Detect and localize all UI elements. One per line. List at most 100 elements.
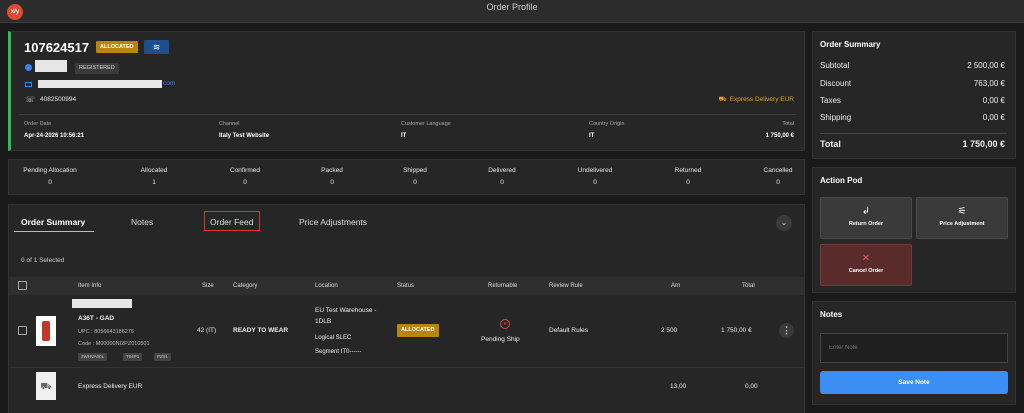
stat-value: 0	[500, 179, 504, 186]
header-amount: Am	[671, 283, 680, 289]
item-total: 1 750,00 €	[721, 327, 752, 334]
country-label: Country Origin	[589, 121, 625, 127]
stat-returned: Returned 0	[648, 167, 728, 186]
not-returnable-icon: ×	[500, 319, 510, 329]
subtotal-label: Subtotal	[820, 61, 850, 70]
shipping-label: Shipping	[820, 113, 852, 122]
stat-label: Packed	[321, 167, 343, 174]
selected-count: 0 of 1 Selected	[21, 257, 65, 264]
order-summary-panel: Order Summary Subtotal 2 500,00 € Discou…	[812, 31, 1016, 159]
cancel-order-button[interactable]: ✕ Cancel Order	[820, 244, 912, 286]
customer-email-link[interactable]: com	[163, 80, 175, 87]
shipping-total: 0,00	[745, 383, 758, 390]
phone-icon: ☏	[25, 95, 36, 104]
country-value: IT	[589, 133, 595, 139]
stat-undelivered: Undelivered 0	[555, 167, 635, 186]
stat-label: Returned	[674, 167, 702, 174]
notes-panel: Notes Save Note	[812, 301, 1016, 405]
stat-value: 0	[593, 179, 597, 186]
truck-icon: ⛟	[36, 372, 56, 400]
chevron-down-icon[interactable]: ⌄	[776, 215, 792, 231]
return-order-label: Return Order	[848, 221, 884, 227]
shipping-name: Express Delivery EUR	[78, 383, 143, 390]
header-location: Location	[315, 283, 338, 289]
stat-delivered: Delivered 0	[462, 167, 542, 186]
stat-label: Undelivered	[577, 167, 613, 174]
stat-value: 0	[330, 179, 334, 186]
shipping-amount: 13,00	[670, 383, 687, 390]
item-status-badge: ALLOCATED	[397, 324, 439, 337]
header-size: Size	[202, 283, 214, 289]
redacted-brand	[72, 299, 132, 308]
user-icon	[25, 64, 32, 71]
channel-label: Channel	[219, 121, 240, 127]
order-date-value: Apr-24-2026 10:56:21	[24, 133, 85, 139]
order-header-panel: 107624517 ALLOCATED ≋ REGISTERED com ☏ 4…	[8, 31, 805, 151]
item-segment: Segment IT0------	[315, 349, 362, 355]
order-status-badge: ALLOCATED	[96, 41, 138, 53]
item-upc: UPC : 8056643186276	[78, 329, 134, 335]
stat-value: 0	[413, 179, 417, 186]
stat-packed: Packed 0	[292, 167, 372, 186]
delivery-method: ⛟ Express Delivery EUR	[719, 95, 794, 104]
sliders-icon: ⚟	[957, 206, 967, 217]
item-location-line1: EU Test Warehouse -	[315, 307, 377, 314]
divider	[19, 114, 796, 115]
stat-allocated: Allocated 1	[114, 167, 194, 186]
stat-label: Delivered	[488, 167, 516, 174]
item-size: 42 (IT)	[197, 327, 217, 334]
order-details-panel: Order Summary Notes Order Feed Price Adj…	[8, 204, 805, 413]
stat-pending-allocation: Pending Allocation 0	[10, 167, 90, 186]
product-thumbnail[interactable]	[36, 316, 56, 346]
item-returnable-status: Pending Ship	[481, 336, 520, 343]
tab-notes[interactable]: Notes	[131, 217, 153, 227]
stat-shipped: Shipped 0	[375, 167, 455, 186]
row-actions-menu[interactable]: ⋮	[779, 323, 794, 338]
customer-phone: 4082500994	[40, 96, 77, 103]
order-id: 107624517	[24, 40, 90, 55]
tab-order-summary[interactable]: Order Summary	[21, 217, 85, 227]
tab-order-feed[interactable]: Order Feed	[210, 217, 253, 227]
note-input[interactable]	[820, 333, 1008, 363]
customer-status-badge: REGISTERED	[75, 63, 119, 74]
item-tag: PZ01	[154, 353, 171, 361]
summary-divider	[820, 133, 1007, 134]
taxes-value: 0,00 €	[982, 96, 1005, 105]
page-title: Order Profile	[486, 2, 538, 12]
stat-label: Confirmed	[230, 167, 260, 174]
top-bar: x/y Order Profile	[0, 0, 1024, 23]
shipping-value: 0,00 €	[982, 113, 1005, 122]
item-category: READY TO WEAR	[233, 327, 289, 334]
item-tag: T04P1	[123, 353, 143, 361]
item-tag: 3WHVA00L	[78, 353, 108, 361]
truck-icon: ⛟	[718, 96, 727, 103]
subtotal-value: 2 500,00 €	[967, 61, 1005, 70]
close-icon: ✕	[861, 253, 871, 264]
item-name[interactable]: A36T - GAD	[78, 315, 114, 322]
price-adjustment-label: Price Adjustment	[939, 221, 985, 227]
notes-title: Notes	[820, 310, 843, 319]
stat-label: Shipped	[403, 167, 427, 174]
stat-value: 1	[152, 179, 156, 186]
price-adjustment-button[interactable]: ⚟ Price Adjustment	[916, 197, 1008, 239]
discount-value: 763,00 €	[973, 79, 1005, 88]
active-tab-underline	[14, 231, 94, 232]
header-item-info: Item Info	[78, 283, 102, 289]
tab-price-adjustments[interactable]: Price Adjustments	[299, 217, 367, 227]
return-order-button[interactable]: ↲ Return Order	[820, 197, 912, 239]
stat-label: Cancelled	[763, 167, 793, 174]
save-note-button[interactable]: Save Note	[820, 371, 1008, 394]
select-all-checkbox[interactable]	[18, 281, 27, 290]
total-label: Total	[782, 121, 794, 127]
stat-confirmed: Confirmed 0	[205, 167, 285, 186]
row-checkbox[interactable]	[18, 326, 27, 335]
summary-total-value: 1 750,00 €	[962, 139, 1005, 149]
mail-icon	[25, 82, 32, 87]
header-total: Total	[742, 283, 755, 289]
discount-label: Discount	[820, 79, 852, 88]
item-code: Code : M00000NI2PZ010501	[78, 341, 150, 347]
stat-label: Pending Allocation	[23, 167, 77, 174]
return-icon: ↲	[861, 206, 871, 217]
order-date-label: Order Date	[24, 121, 52, 127]
taxes-label: Taxes	[820, 96, 841, 105]
